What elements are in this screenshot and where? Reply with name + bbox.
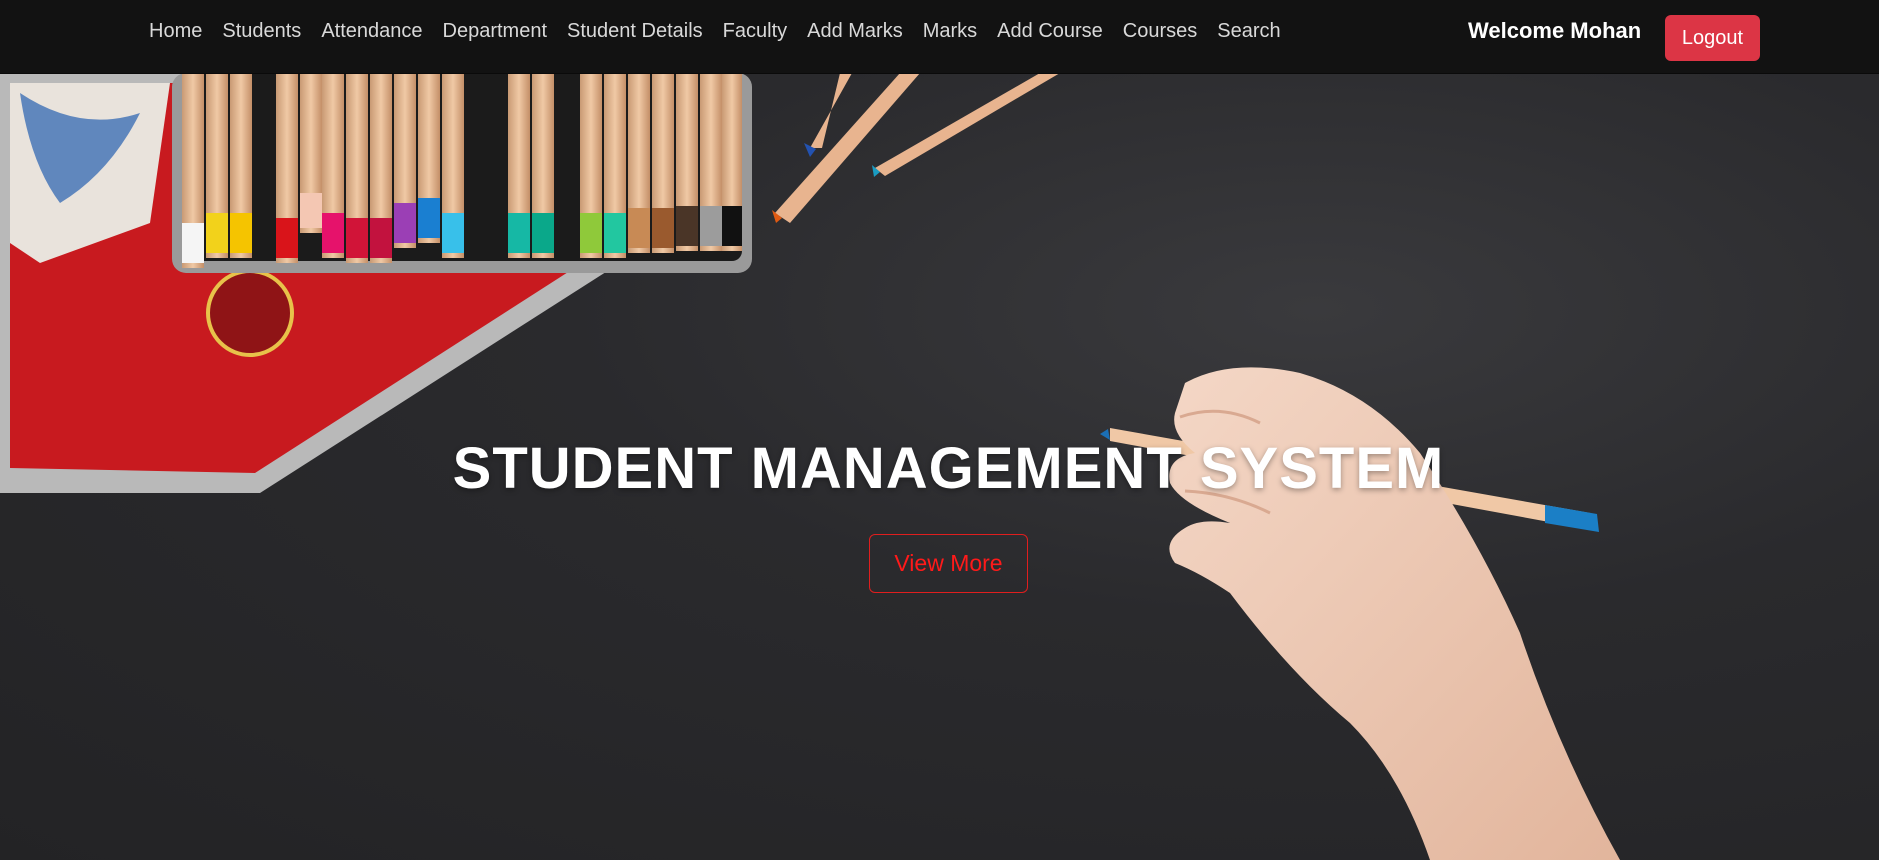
nav-links: Home Students Attendance Department Stud… bbox=[141, 0, 1291, 73]
nav-link-department[interactable]: Department bbox=[433, 0, 558, 68]
pencil-tin bbox=[172, 73, 752, 273]
nav-link-students[interactable]: Students bbox=[212, 0, 311, 68]
hero-title: STUDENT MANAGEMENT SYSTEM bbox=[452, 436, 1445, 501]
hero-section: STUDENT MANAGEMENT SYSTEM View More bbox=[0, 73, 1879, 860]
nav-link-student-details[interactable]: Student Details bbox=[557, 0, 713, 68]
app-window: Home Students Attendance Department Stud… bbox=[0, 0, 1879, 860]
welcome-text: Welcome Mohan bbox=[1468, 18, 1642, 43]
view-more-button[interactable]: View More bbox=[869, 534, 1028, 593]
top-navbar: Home Students Attendance Department Stud… bbox=[0, 0, 1879, 74]
loose-pencils bbox=[772, 73, 1060, 223]
nav-link-courses[interactable]: Courses bbox=[1113, 0, 1207, 68]
nav-link-search[interactable]: Search bbox=[1207, 0, 1290, 68]
logout-button[interactable]: Logout bbox=[1665, 15, 1760, 61]
nav-link-faculty[interactable]: Faculty bbox=[713, 0, 797, 68]
nav-link-home[interactable]: Home bbox=[141, 0, 212, 68]
nav-link-add-course[interactable]: Add Course bbox=[987, 0, 1113, 68]
nav-link-marks[interactable]: Marks bbox=[913, 0, 987, 68]
nav-link-attendance[interactable]: Attendance bbox=[311, 0, 432, 68]
nav-link-add-marks[interactable]: Add Marks bbox=[797, 0, 913, 68]
